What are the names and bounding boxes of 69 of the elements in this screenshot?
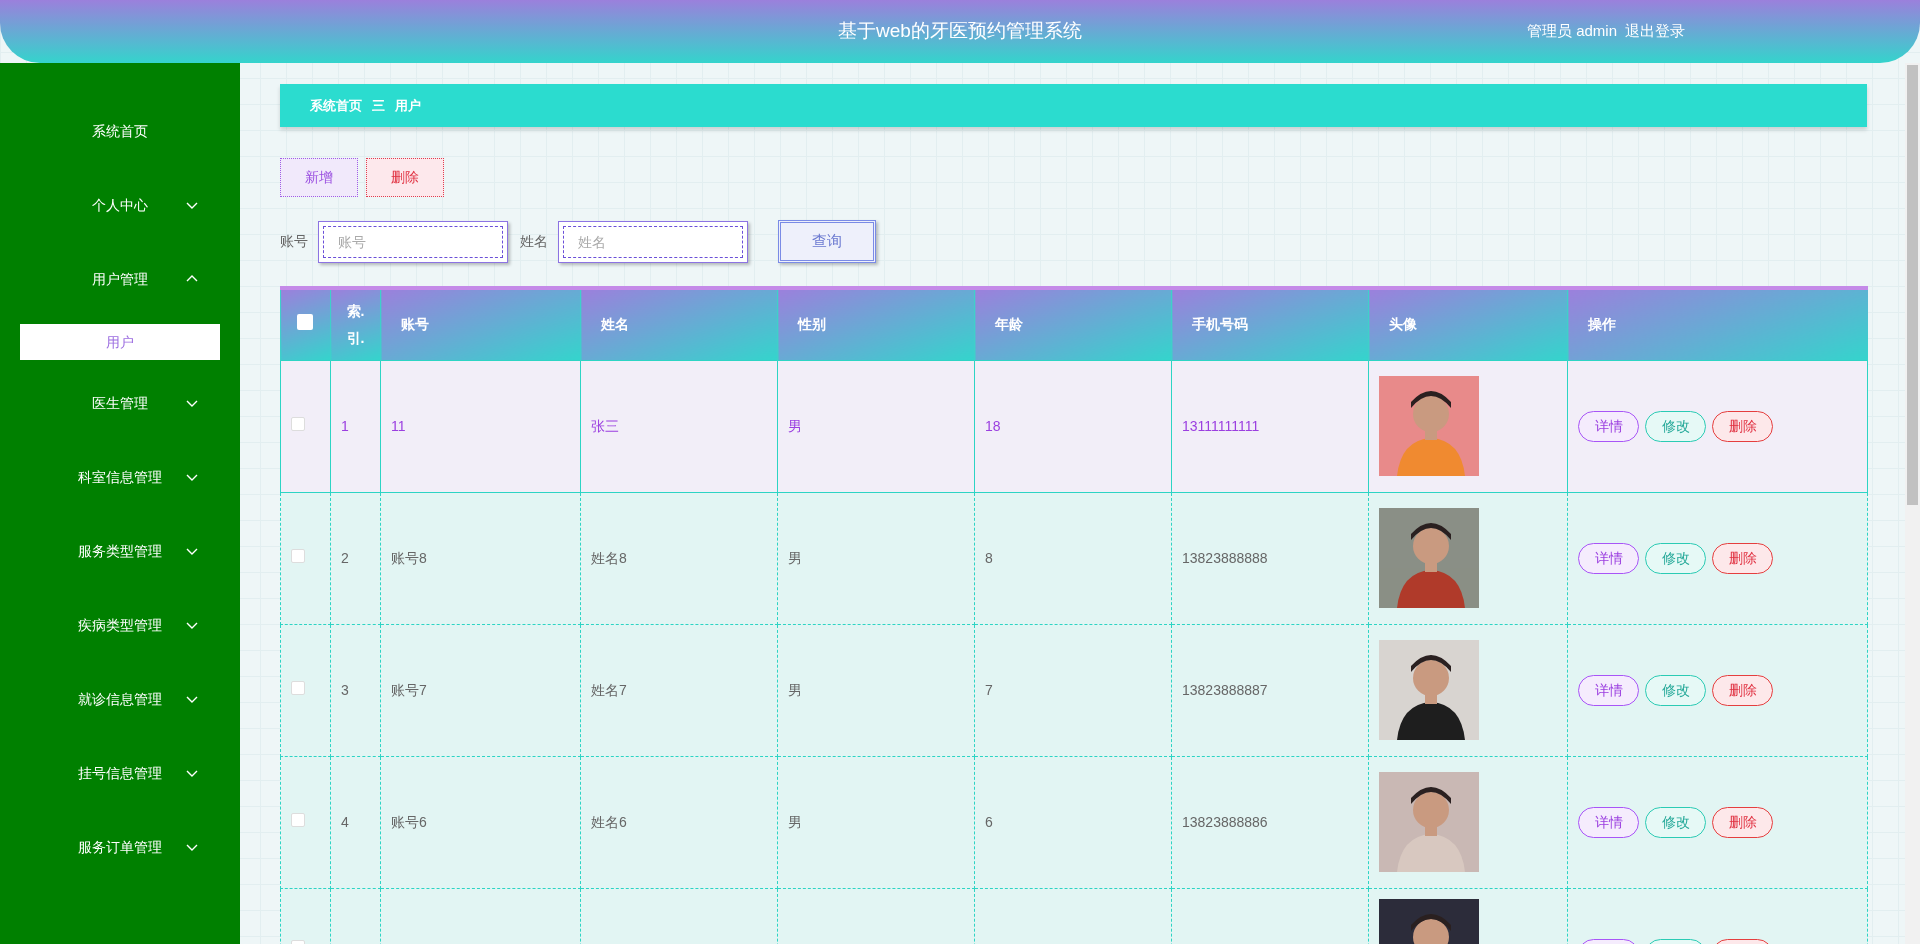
column-header[interactable]: 性别 [798, 316, 826, 333]
table-cell: 1 [341, 417, 349, 434]
table-cell: 账号8 [391, 549, 427, 566]
app-title: 基于web的牙医预约管理系统 [838, 19, 1082, 44]
sidebar-item[interactable]: 疾病类型管理 [70, 614, 170, 636]
table-cell: 账号7 [391, 681, 427, 698]
edit-button[interactable]: 修改 [1645, 806, 1706, 838]
table-cell: 男 [788, 813, 802, 830]
table-cell: 张三 [591, 417, 619, 434]
table-cell: 账号6 [391, 813, 427, 830]
delete-button[interactable]: 删除 [1712, 542, 1773, 574]
table-row[interactable]: 3 账号7 姓名7 男 7 13823888887 详情 修改 删除 [280, 624, 1868, 756]
column-header[interactable]: 姓名 [601, 316, 629, 333]
edit-button[interactable]: 修改 [1645, 410, 1706, 442]
detail-button[interactable]: 详情 [1578, 410, 1639, 442]
user-label: 管理员 admin [1526, 21, 1617, 41]
table-cell: 13823888887 [1182, 681, 1268, 698]
table-cell: 6 [985, 813, 993, 830]
sidebar-item[interactable]: 服务订单管理 [70, 836, 170, 858]
sidebar-item[interactable]: 服务类型管理 [70, 540, 170, 562]
column-header[interactable]: 操作 [1588, 316, 1616, 333]
sidebar-item[interactable]: 个人中心 [70, 194, 170, 216]
table-cell: 13823888886 [1182, 813, 1268, 830]
table-cell: 姓名7 [591, 681, 627, 698]
delete-button[interactable]: 删除 [1712, 410, 1773, 442]
table-cell: 7 [985, 681, 993, 698]
column-header[interactable]: 头像 [1389, 316, 1417, 333]
table-cell: 3 [341, 681, 349, 698]
table-cell: 18 [985, 417, 1001, 434]
sidebar-item[interactable]: 医生管理 [70, 392, 170, 414]
table-row[interactable]: 1 11 张三 男 18 13111111111 详情 修改 删除 [280, 360, 1868, 492]
table-cell: 11 [391, 417, 406, 434]
table-cell: 姓名8 [591, 549, 627, 566]
field-label: 姓名 [520, 232, 548, 251]
input-field[interactable]: 账号 [318, 220, 508, 263]
table-cell: 4 [341, 813, 349, 830]
table-row[interactable]: 2 账号8 姓名8 男 8 13823888888 详情 修改 删除 [280, 492, 1868, 624]
sidebar-item[interactable]: 用户管理 [70, 268, 170, 290]
add-button[interactable]: 新增 [280, 158, 358, 197]
submenu-item[interactable]: 用户 [20, 324, 220, 360]
table-cell: 男 [788, 681, 802, 698]
search-button[interactable]: 查询 [778, 220, 876, 263]
table-cell: 男 [788, 549, 802, 566]
sidebar-item[interactable]: 挂号信息管理 [70, 762, 170, 784]
sidebar-item[interactable]: 系统首页 [70, 120, 170, 142]
column-header[interactable]: 年龄 [995, 316, 1023, 333]
detail-button[interactable]: 详情 [1578, 542, 1639, 574]
input-field[interactable]: 姓名 [558, 220, 748, 263]
sidebar-item[interactable]: 就诊信息管理 [70, 688, 170, 710]
table-cell: 13823888888 [1182, 549, 1268, 566]
table-cell: 2 [341, 549, 349, 566]
breadcrumb-separator: 三 [372, 96, 385, 115]
edit-button[interactable]: 修改 [1645, 674, 1706, 706]
detail-button[interactable]: 详情 [1578, 674, 1639, 706]
detail-button[interactable]: 详情 [1578, 806, 1639, 838]
delete-button[interactable]: 删除 [1712, 674, 1773, 706]
logout-link[interactable]: 退出登录 [1625, 20, 1685, 43]
delete-button[interactable]: 删除 [366, 158, 444, 197]
table-cell: 男 [788, 417, 802, 434]
table-cell: 姓名6 [591, 813, 627, 830]
field-label: 账号 [280, 232, 308, 251]
sidebar-item[interactable]: 科室信息管理 [70, 466, 170, 488]
delete-button[interactable]: 删除 [1712, 806, 1773, 838]
edit-button[interactable]: 修改 [1645, 542, 1706, 574]
column-header[interactable]: 账号 [401, 316, 429, 333]
table-cell: 13111111111 [1182, 417, 1260, 434]
column-header[interactable]: 手机号码 [1192, 316, 1248, 333]
table-row[interactable]: 4 账号6 姓名6 男 6 13823888886 详情 修改 删除 [280, 756, 1868, 888]
table-cell: 8 [985, 549, 993, 566]
